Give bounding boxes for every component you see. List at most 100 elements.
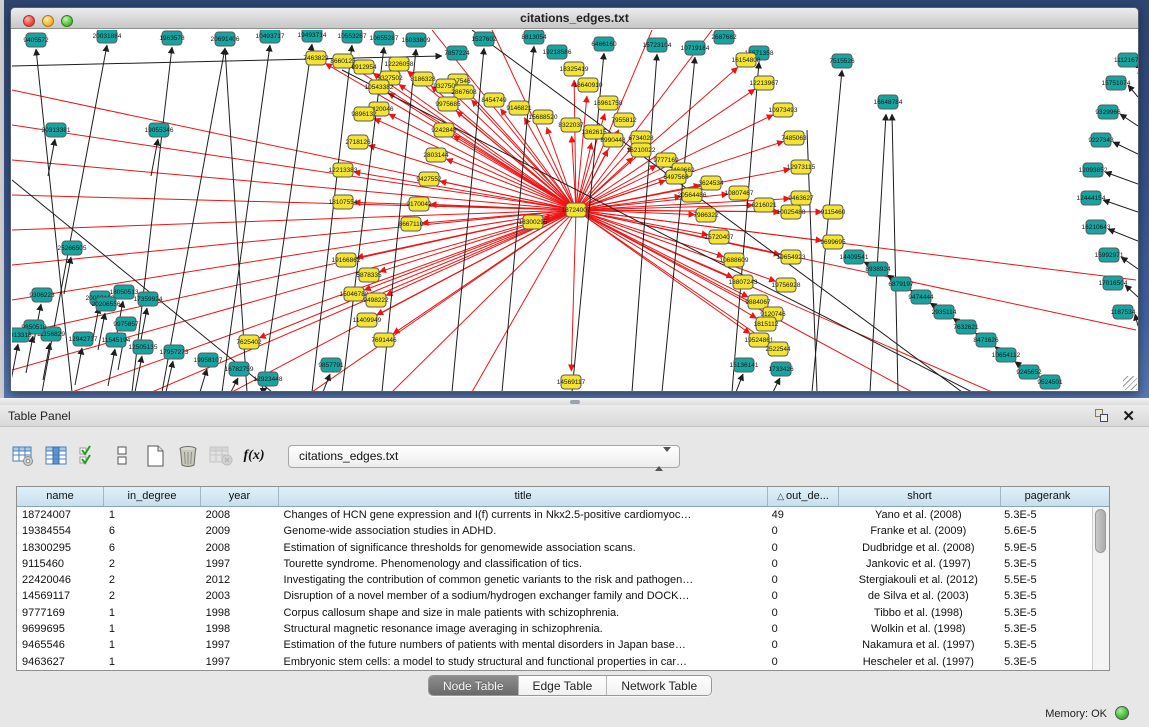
graph-node[interactable]: 10973493 [769,103,798,117]
graph-node[interactable]: 11545194 [102,333,131,347]
red-edge[interactable] [571,210,576,371]
graph-node[interactable]: 6497568 [663,170,689,184]
graph-node[interactable]: 8667110 [399,217,424,231]
graph-node[interactable]: 20031884 [93,30,122,43]
red-edge[interactable] [576,210,748,297]
splitter-handle-icon[interactable] [570,400,580,404]
graph-node[interactable]: 2522544 [765,342,791,356]
graph-node[interactable]: 9975685 [435,97,461,111]
graph-node[interactable]: 7857224 [444,46,470,60]
table-row[interactable]: 2242004622012Investigating the contribut… [17,572,1092,588]
black-edge[interactable] [342,70,972,392]
graph-node[interactable]: 19218586 [543,45,572,59]
graph-node[interactable]: 1963578 [159,31,185,45]
column-header-in_degree[interactable]: in_degree [104,487,201,506]
black-edge[interactable] [812,70,842,392]
table-row[interactable]: 911546021997Tourette syndrome. Phenomeno… [17,556,1092,572]
column-header-title[interactable]: title [279,487,768,506]
graph-node[interactable]: 9427552 [416,172,442,186]
black-edge[interactable] [1108,229,1138,241]
black-edge[interactable] [12,56,442,66]
black-edge[interactable] [1103,200,1138,212]
graph-node[interactable]: 8938924 [865,262,891,276]
graph-node[interactable]: 11121677 [1114,53,1138,67]
graph-node[interactable]: 7632621 [953,320,979,334]
graph-node[interactable]: 15992971 [1095,248,1124,262]
graph-node[interactable]: 6466160 [591,37,617,51]
panel-splitter[interactable] [0,398,1149,405]
graph-node[interactable]: 12973115 [787,160,816,174]
graph-node[interactable]: 2718126 [345,135,371,149]
table-row[interactable]: 1830029562008Estimation of significance … [17,540,1092,556]
graph-node[interactable]: 10655287 [370,31,399,45]
graph-node[interactable]: 8471626 [973,333,999,347]
table-row[interactable]: 1456911722003Disruption of a novel membe… [17,588,1092,604]
graph-node[interactable]: 12505135 [129,340,158,354]
graph-node[interactable]: 16210643 [1082,220,1111,234]
create-column-button[interactable] [142,443,168,469]
graph-node[interactable]: 9146821 [506,101,532,115]
network-window[interactable]: citations_edges.txt 94055722003188419635… [10,7,1139,392]
graph-node[interactable]: 19958107 [194,353,223,367]
black-edge[interactable] [262,44,312,392]
delete-column-button[interactable] [175,443,201,469]
graph-node[interactable]: 12093852 [1079,163,1108,177]
graph-node[interactable]: 16033809 [402,33,431,47]
graph-node[interactable]: 6216021 [751,198,777,212]
black-edge[interactable] [323,374,330,392]
graph-node[interactable]: 9245652 [1016,365,1042,379]
graph-node[interactable]: 11409949 [353,313,382,327]
graph-node[interactable]: 9306223 [29,288,55,302]
graph-node[interactable]: 7986322 [693,208,719,222]
graph-node[interactable]: 18107554 [329,195,358,209]
graph-node[interactable]: 16640910 [574,78,603,92]
graph-node[interactable]: 7691446 [371,333,397,347]
red-edge[interactable] [576,30,712,210]
graph-node[interactable]: 19654923 [777,250,806,264]
black-edge[interactable] [892,114,898,392]
graph-node[interactable]: 9115460 [821,205,846,219]
tab-network-table[interactable]: Network Table [607,676,711,695]
column-header-pagerank[interactable]: pagerank [1001,487,1094,506]
black-edge[interactable] [1135,314,1138,326]
graph-node[interactable]: 19055346 [145,123,174,137]
black-edge[interactable] [75,348,82,385]
graph-node[interactable]: 15751074 [1102,76,1131,90]
graph-node[interactable]: 16961758 [594,96,623,110]
graph-node[interactable]: 9524501 [1037,375,1063,389]
black-edge[interactable] [1113,142,1138,154]
scrollbar-thumb[interactable] [1095,509,1106,553]
graph-node[interactable]: 7625402 [236,335,262,349]
window-resize-grip[interactable] [1123,376,1137,390]
graph-node[interactable]: 12444154 [1077,191,1106,205]
graph-node[interactable]: 8813054 [521,30,547,44]
graph-node[interactable]: 19756928 [772,278,801,292]
graph-node[interactable]: 17359924 [134,292,163,306]
table-row[interactable]: 946554611997Estimation of the future num… [17,637,1092,653]
black-edge[interactable] [48,139,55,176]
graph-node[interactable]: 19166862 [332,253,361,267]
graph-node[interactable]: 10719184 [681,41,710,55]
black-edge[interactable] [151,139,158,176]
table-scrollbar[interactable] [1092,507,1109,670]
graph-node[interactable]: 9242848 [431,123,457,137]
table-mode-button[interactable] [109,443,135,469]
row-selection-button[interactable] [76,443,102,469]
graph-node[interactable]: 9329966 [1095,105,1121,119]
graph-node[interactable]: 7463822 [303,51,329,65]
black-edge[interactable] [773,378,780,392]
graph-node[interactable]: 17957273 [160,345,189,359]
graph-node[interactable]: 1187534 [1111,305,1136,319]
graph-node[interactable]: 10688609 [720,253,749,267]
red-edge[interactable] [392,210,576,392]
graph-node[interactable]: 3624534 [698,176,724,190]
column-header-year[interactable]: year [201,487,279,506]
graph-node[interactable]: 12226058 [385,57,414,71]
graph-node[interactable]: 20691406 [211,32,240,46]
graph-node[interactable]: 9857791 [318,358,344,372]
graph-node[interactable]: 9498222 [363,293,389,307]
graph-node[interactable]: 9474444 [908,290,934,304]
graph-node[interactable]: 12213967 [750,76,779,90]
black-edge[interactable] [1121,257,1138,269]
graph-node[interactable]: 2935114 [932,305,957,319]
